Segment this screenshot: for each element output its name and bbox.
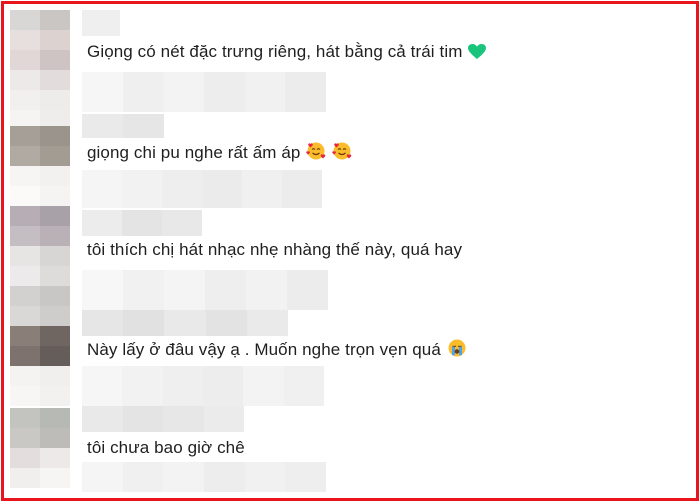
blurred-username bbox=[82, 10, 120, 36]
blurred-username bbox=[82, 114, 164, 138]
comment-text: Này lấy ở đâu vậy ạ . Muốn nghe trọn vẹn… bbox=[87, 338, 467, 364]
avatar[interactable] bbox=[10, 10, 70, 50]
blurred-username bbox=[82, 406, 244, 432]
avatar[interactable] bbox=[10, 326, 70, 366]
comment-text: giọng chi pu nghe rất ấm áp bbox=[87, 141, 352, 167]
comment-body: Này lấy ở đâu vậy ạ . Muốn nghe trọn vẹn… bbox=[87, 340, 441, 359]
blurred-username bbox=[82, 210, 202, 236]
comment-body: Giọng có nét đặc trưng riêng, hát bằng c… bbox=[87, 42, 463, 61]
blurred-comment-meta bbox=[82, 170, 322, 208]
comment-text: tôi thích chị hát nhạc nhẹ nhàng thế này… bbox=[87, 239, 462, 261]
blurred-comment-meta bbox=[82, 270, 328, 310]
avatar[interactable] bbox=[10, 448, 70, 488]
smiling-face-with-hearts-icon bbox=[332, 141, 352, 167]
avatar[interactable] bbox=[10, 206, 70, 246]
comment-text: tôi chưa bao giờ chê bbox=[87, 437, 245, 459]
avatar[interactable] bbox=[10, 366, 70, 406]
comments-panel: Giọng có nét đặc trưng riêng, hát bằng c… bbox=[1, 1, 699, 501]
blurred-username bbox=[82, 310, 289, 336]
comment-text: Giọng có nét đặc trưng riêng, hát bằng c… bbox=[87, 41, 487, 66]
avatar[interactable] bbox=[10, 286, 70, 326]
blurred-comment-meta bbox=[82, 72, 327, 112]
avatar[interactable] bbox=[10, 126, 70, 166]
blurred-comment-meta bbox=[82, 366, 324, 406]
avatar[interactable] bbox=[10, 246, 70, 286]
avatar[interactable] bbox=[10, 166, 70, 206]
comment-body: tôi chưa bao giờ chê bbox=[87, 438, 245, 457]
blurred-comment-meta bbox=[82, 462, 327, 492]
comment-body: giọng chi pu nghe rất ấm áp bbox=[87, 143, 301, 162]
avatar[interactable] bbox=[10, 50, 70, 90]
avatar[interactable] bbox=[10, 90, 70, 130]
avatar[interactable] bbox=[10, 408, 70, 448]
comment-body: tôi thích chị hát nhạc nhẹ nhàng thế này… bbox=[87, 240, 463, 259]
smiling-face-with-hearts-icon bbox=[306, 141, 326, 167]
green-heart-icon bbox=[468, 44, 487, 66]
crying-face-icon bbox=[447, 338, 467, 364]
